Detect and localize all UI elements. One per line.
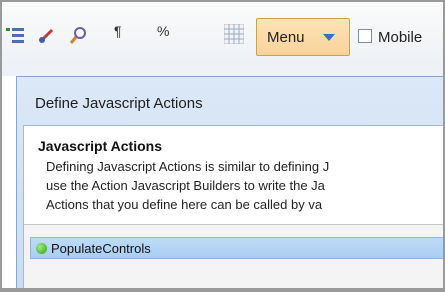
list-indent-icon[interactable] bbox=[6, 26, 24, 44]
menu-button-label: Menu bbox=[267, 29, 305, 46]
mobile-checkbox[interactable] bbox=[358, 29, 372, 43]
pilcrow-icon[interactable]: ¶ bbox=[114, 23, 122, 39]
description-line: Defining Javascript Actions is similar t… bbox=[46, 159, 330, 174]
section-title: Javascript Actions bbox=[38, 138, 162, 154]
list-item-populate-controls[interactable]: PopulateControls bbox=[30, 237, 443, 259]
define-actions-dialog: Define Javascript Actions Javascript Act… bbox=[16, 76, 443, 288]
mobile-label: Mobile bbox=[378, 29, 423, 46]
percent-icon[interactable]: % bbox=[157, 23, 169, 39]
dialog-title: Define Javascript Actions bbox=[35, 95, 203, 112]
dialog-content: Javascript Actions Defining Javascript A… bbox=[23, 125, 443, 288]
background-page-strip bbox=[2, 64, 443, 76]
zoom-search-icon[interactable] bbox=[70, 26, 88, 44]
list-item-label: PopulateControls bbox=[51, 241, 151, 256]
status-dot-icon bbox=[36, 243, 47, 254]
menu-button[interactable]: Menu bbox=[256, 18, 350, 56]
description-line: use the Action Javascript Builders to wr… bbox=[46, 178, 325, 193]
toolbar: ¶ % Menu Mobile bbox=[2, 2, 443, 64]
chevron-down-icon bbox=[323, 34, 335, 41]
actions-list: PopulateControls bbox=[24, 225, 443, 288]
edit-brush-icon[interactable] bbox=[38, 26, 56, 44]
grid-icon[interactable] bbox=[224, 24, 244, 44]
description-line: Actions that you define here can be call… bbox=[46, 197, 323, 212]
screenshot-frame: ¶ % Menu Mobile Define Javascript Action… bbox=[0, 0, 445, 292]
